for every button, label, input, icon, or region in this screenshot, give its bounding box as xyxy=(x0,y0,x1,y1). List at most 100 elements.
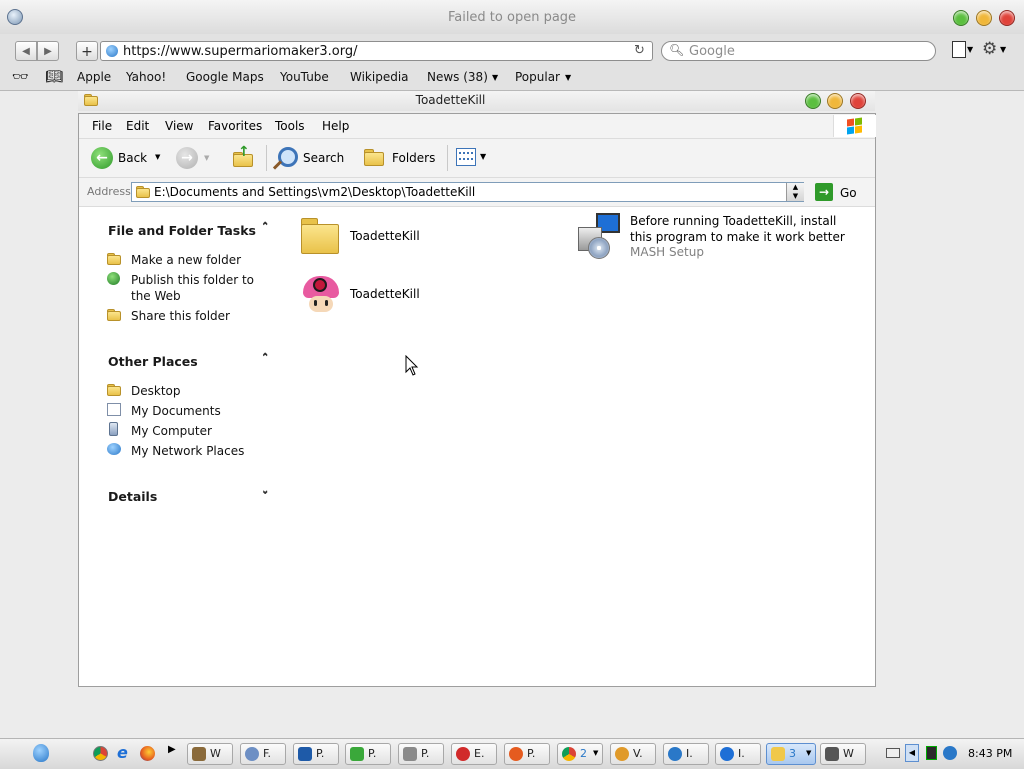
place-my-computer[interactable]: My Computer xyxy=(131,423,212,439)
bookmark-popular[interactable]: Popular xyxy=(515,70,560,84)
taskbar: e ▶ W F. P. P. P. E. P. 2 ▼ V. I. I. 3 ▼ W… xyxy=(0,738,1024,769)
close-button[interactable] xyxy=(999,10,1015,26)
go-button[interactable]: → Go xyxy=(815,183,861,203)
bookmark-google-maps[interactable]: Google Maps xyxy=(186,70,264,84)
address-dropdown-button[interactable]: ▲ ▼ xyxy=(786,183,804,201)
menu-help[interactable]: Help xyxy=(322,119,349,133)
task-make-new-folder[interactable]: Make a new folder xyxy=(131,252,241,268)
minimize-button[interactable] xyxy=(976,10,992,26)
views-button[interactable]: ▼ xyxy=(456,148,494,168)
task-publish-to-web[interactable]: Publish this folder to the Web xyxy=(131,272,266,304)
url-field[interactable]: https://www.supermariomaker3.org/ ↻ xyxy=(100,41,653,61)
taskbar-button[interactable]: P. xyxy=(293,743,339,765)
keyboard-icon[interactable] xyxy=(886,748,900,758)
file-item-mash-setup[interactable]: Before running ToadetteKill, install thi… xyxy=(574,211,864,261)
taskbar-button[interactable]: F. xyxy=(240,743,286,765)
go-label: Go xyxy=(840,186,857,200)
address-field[interactable]: E:\Documents and Settings\vm2\Desktop\To… xyxy=(131,182,804,202)
taskbar-button[interactable]: W xyxy=(187,743,233,765)
bookmark-news[interactable]: News (38) xyxy=(427,70,488,84)
chevron-right-icon[interactable]: ▶ xyxy=(168,744,176,755)
taskbar-button[interactable]: V. xyxy=(610,743,656,765)
taskbar-button[interactable]: I. xyxy=(715,743,761,765)
menu-edit[interactable]: Edit xyxy=(126,119,149,133)
file-item-folder[interactable]: ToadetteKill xyxy=(299,216,449,258)
file-item-toadette[interactable]: ToadetteKill xyxy=(299,274,449,316)
forward-button[interactable]: ▶ xyxy=(37,41,59,61)
back-button[interactable]: ◀ xyxy=(15,41,37,61)
taskbar-button[interactable]: W xyxy=(820,743,866,765)
details-header[interactable]: Details xyxy=(108,489,157,504)
explorer-close-button[interactable] xyxy=(850,93,866,109)
reading-list-icon[interactable]: 👓︎ xyxy=(12,70,29,85)
file-name: ToadetteKill xyxy=(350,229,420,243)
explorer-zoom-button[interactable] xyxy=(805,93,821,109)
apple-menu-icon[interactable] xyxy=(33,744,49,762)
menu-view[interactable]: View xyxy=(165,119,193,133)
collapse-icon[interactable]: ⌃ ⌃ xyxy=(261,352,269,374)
explorer-minimize-button[interactable] xyxy=(827,93,843,109)
standard-toolbar: ← Back ▼ → ▼ ↑ Search Folders ▼ xyxy=(79,139,875,178)
tray-terminal-icon[interactable] xyxy=(926,746,937,760)
taskbar-button[interactable]: 2 ▼ xyxy=(557,743,603,765)
toolbar-separator xyxy=(447,145,448,171)
taskbar-button[interactable]: I. xyxy=(663,743,709,765)
place-my-network-places[interactable]: My Network Places xyxy=(131,443,244,459)
address-label: Address xyxy=(87,185,131,198)
go-arrow-icon: → xyxy=(815,183,833,201)
place-desktop[interactable]: Desktop xyxy=(131,383,181,399)
taskbar-button-active[interactable]: 3 ▼ xyxy=(766,743,816,765)
windows-logo-icon xyxy=(833,115,876,137)
reload-icon[interactable]: ↻ xyxy=(634,43,645,58)
toadette-icon xyxy=(301,276,341,314)
tray-app-icon[interactable] xyxy=(943,746,957,760)
chrome-icon[interactable] xyxy=(93,746,108,761)
search-label: Search xyxy=(303,151,345,165)
my-computer-icon xyxy=(109,422,118,436)
globe-icon xyxy=(106,45,118,57)
other-places-header[interactable]: Other Places xyxy=(108,354,198,369)
expand-icon[interactable]: ⌄ ⌄ xyxy=(261,485,269,507)
publish-web-icon xyxy=(107,272,120,285)
bookmarks-book-icon[interactable]: 📖︎ xyxy=(45,69,63,85)
chevron-down-icon[interactable]: ▼ xyxy=(155,153,160,161)
search-field[interactable]: 🔍︎ Google xyxy=(661,41,936,61)
chevron-down-icon: ▼ xyxy=(565,73,572,82)
search-button[interactable]: Search xyxy=(272,146,348,170)
back-button[interactable]: ← Back ▼ xyxy=(91,146,169,170)
browser-title: Failed to open page xyxy=(447,10,577,25)
ie-icon[interactable]: e xyxy=(117,743,128,762)
setup-installer-icon xyxy=(574,213,622,259)
gear-icon[interactable]: ⚙ xyxy=(982,39,997,59)
file-tasks-header[interactable]: File and Folder Tasks xyxy=(108,223,256,238)
address-bar: Address E:\Documents and Settings\vm2\De… xyxy=(79,178,875,207)
forward-button[interactable]: → ▼ xyxy=(176,147,212,171)
menu-favorites[interactable]: Favorites xyxy=(208,119,262,133)
folders-button[interactable]: Folders xyxy=(364,146,436,170)
task-share-folder[interactable]: Share this folder xyxy=(131,308,230,324)
taskbar-button[interactable]: E. xyxy=(451,743,497,765)
bookmark-wikipedia[interactable]: Wikipedia xyxy=(350,70,409,84)
taskbar-button[interactable]: P. xyxy=(398,743,444,765)
menu-file[interactable]: File xyxy=(92,119,112,133)
taskbar-button[interactable]: P. xyxy=(504,743,550,765)
toolbar-separator xyxy=(266,145,267,171)
tray-arrow-icon[interactable]: ◀ xyxy=(905,744,919,762)
collapse-icon[interactable]: ⌃ ⌃ xyxy=(261,221,269,243)
up-folder-button[interactable]: ↑ xyxy=(232,144,256,170)
taskbar-button[interactable]: P. xyxy=(345,743,391,765)
page-menu-icon[interactable] xyxy=(952,41,966,58)
firefox-icon[interactable] xyxy=(140,746,155,761)
zoom-button[interactable] xyxy=(953,10,969,26)
chevron-down-icon: ▼ xyxy=(1000,45,1007,54)
place-my-documents[interactable]: My Documents xyxy=(131,403,221,419)
add-bookmark-button[interactable]: + xyxy=(76,41,98,61)
explorer-title: ToadetteKill xyxy=(415,93,486,107)
browser-titlebar: Failed to open page xyxy=(0,0,1024,34)
mouse-cursor-icon xyxy=(405,354,419,380)
bookmark-youtube[interactable]: YouTube xyxy=(280,70,329,84)
chevron-down-icon: ▼ xyxy=(480,152,487,161)
menu-tools[interactable]: Tools xyxy=(275,119,305,133)
bookmark-yahoo[interactable]: Yahoo! xyxy=(126,70,166,84)
bookmark-apple[interactable]: Apple xyxy=(77,70,111,84)
